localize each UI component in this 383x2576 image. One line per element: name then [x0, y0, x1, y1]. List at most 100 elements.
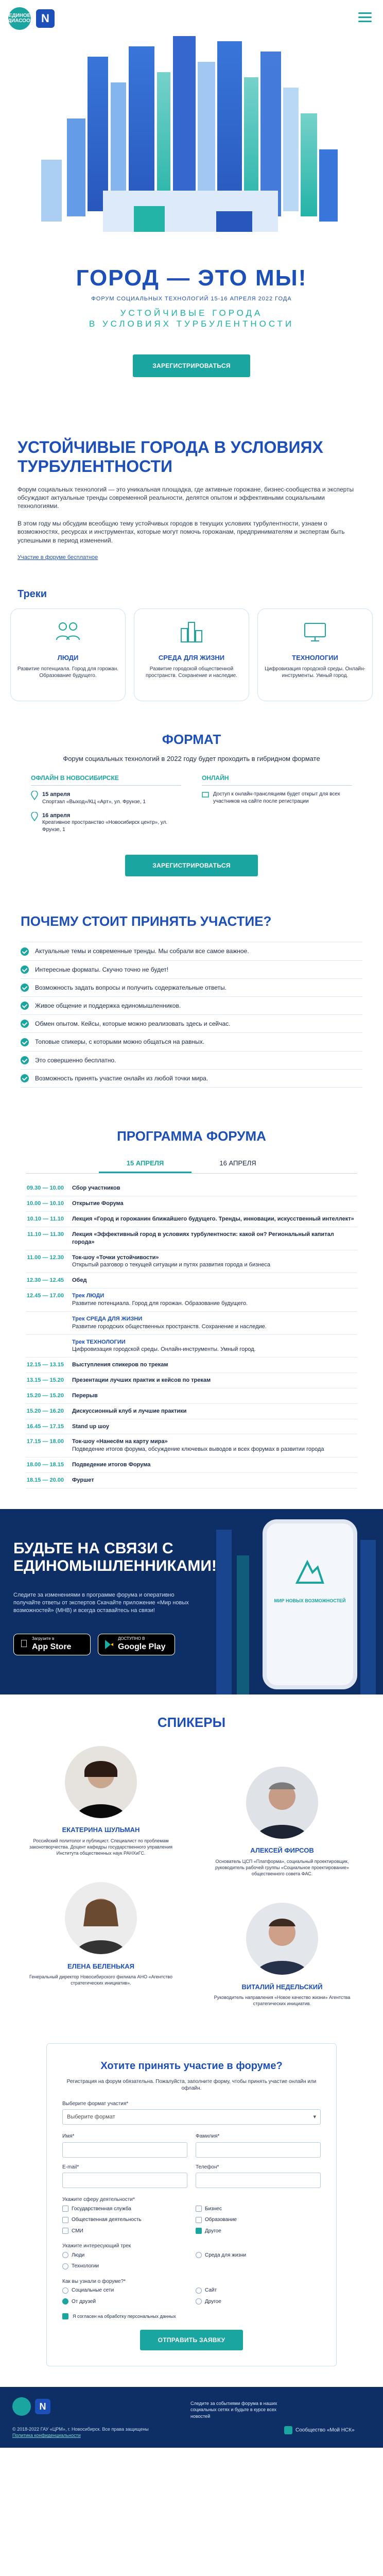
form-hint: Регистрация на форум обязательна. Пожалу… — [66, 2078, 317, 2092]
format-select[interactable]: Выберите формат ▾ — [62, 2109, 321, 2125]
hero-text-block: ГОРОД — ЭТО МЫ! ФОРУМ СОЦИАЛЬНЫХ ТЕХНОЛО… — [0, 263, 383, 329]
sphere-checkbox[interactable]: Другое — [196, 2228, 321, 2235]
track-label: ЛЮДИ — [57, 654, 79, 662]
check-icon — [21, 1020, 29, 1028]
footer-logo — [12, 2397, 31, 2416]
track-card-environment[interactable]: СРЕДА ДЛЯ ЖИЗНИ Развитие городской общес… — [134, 608, 249, 701]
logo-media-community: ЕДИНОЕ МЕДИАСООБЩ — [0, 7, 39, 30]
offline-item: 16 апреля Креативное пространство «Новоси… — [31, 811, 181, 834]
format-lead: Форум социальных технологий в 2022 году … — [63, 755, 320, 763]
free-participation-link[interactable]: Участие в форуме бесплатное — [18, 554, 365, 562]
speaker-card[interactable]: АЛЕКСЕЙ ФИРСОВ Основатель ЦСП «Платформа… — [207, 1766, 357, 1877]
check-icon — [21, 983, 29, 992]
sphere-checkbox[interactable]: Государственная служба — [62, 2206, 187, 2213]
check-icon — [21, 1056, 29, 1064]
format-section: ФОРМАТ Форум социальных технологий в 202… — [0, 717, 383, 892]
program-section: ПРОГРАММА ФОРУМА 15 АПРЕЛЯ 16 АПРЕЛЯ 09.… — [0, 1103, 383, 1509]
form-title: Хотите принять участие в форуме? — [100, 2060, 283, 2072]
app-promo-section: БУДЬТЕ НА СВЯЗИ С ЕДИНОМЫШЛЕННИКАМИ! Сле… — [0, 1509, 383, 1694]
tab-15-april[interactable]: 15 АПРЕЛЯ — [99, 1155, 192, 1174]
location-pin-icon — [31, 791, 38, 801]
speaker-card[interactable]: ЕКАТЕРИНА ШУЛЬМАН Российский политолог и… — [26, 1745, 176, 1877]
schedule-row: 18.15 — 20.00 Фуршет — [26, 1473, 357, 1488]
track-card-people[interactable]: ЛЮДИ Развитие потенциала. Город для горо… — [10, 608, 126, 701]
schedule-list: 09.30 — 10.00 Сбор участников 10.00 — 10.… — [26, 1181, 357, 1488]
format-register-button[interactable]: ЗАРЕГИСТРИРОВАТЬСЯ — [125, 855, 258, 877]
sphere-checkbox[interactable]: СМИ — [62, 2228, 187, 2235]
speaker-photo — [65, 1882, 137, 1955]
header-logos[interactable]: ЕДИНОЕ МЕДИАСООБЩ N — [0, 7, 55, 30]
footer-logo-n-icon: N — [35, 2399, 50, 2415]
registration-form: Хотите принять участие в форуме? Регистр… — [46, 2043, 337, 2367]
footer-copyright: © 2018-2022 ГАУ «ЦРМ», г. Новосибирск. В… — [12, 2427, 149, 2438]
schedule-row: 12.45 — 17.00 Трек ЛЮДИ Развитие потенциал… — [26, 1289, 357, 1312]
tab-16-april[interactable]: 16 АПРЕЛЯ — [192, 1155, 284, 1174]
monitor-icon — [202, 792, 209, 798]
people-icon — [56, 622, 80, 640]
location-pin-icon — [31, 811, 38, 821]
speaker-photo — [246, 1903, 318, 1975]
hero-section: ГОРОД — ЭТО МЫ! ФОРУМ СОЦИАЛЬНЫХ ТЕХНОЛО… — [0, 36, 383, 407]
format-title: ФОРМАТ — [162, 731, 221, 747]
speaker-card[interactable]: ЕЛЕНА БЕЛЕНЬКАЯ Генеральный директор Нов… — [26, 1882, 176, 2007]
check-icon — [21, 1074, 29, 1082]
schedule-row: 10.10 — 11.10 Лекция «Город и горожанин б… — [26, 1212, 357, 1227]
sphere-checkbox[interactable]: Образование — [196, 2216, 321, 2224]
sphere-checkbox[interactable]: Бизнес — [196, 2206, 321, 2213]
why-section: ПОЧЕМУ СТОИТ ПРИНЯТЬ УЧАСТИЕ? Актуальные… — [0, 892, 383, 1103]
consent-checkbox[interactable]: Я согласен на обработку персональных дан… — [62, 2313, 321, 2320]
site-footer: N © 2018-2022 ГАУ «ЦРМ», г. Новосибирск.… — [0, 2387, 383, 2448]
online-title: ОНЛАЙН — [202, 774, 352, 786]
check-icon — [21, 947, 29, 956]
schedule-row: 11.10 — 11.30 Лекция «Эффективный город в… — [26, 1227, 357, 1250]
city-environment-icon — [181, 621, 202, 642]
about-paragraph-1: Форум социальных технологий — это уникал… — [18, 485, 354, 510]
check-icon — [21, 1038, 29, 1046]
logo-n-icon: N — [36, 9, 55, 28]
privacy-link[interactable]: Политика конфиденциальности — [12, 2433, 81, 2438]
hero-tagline-2: В УСЛОВИЯХ ТУРБУЛЕНТНОСТИ — [89, 318, 294, 329]
technology-icon — [304, 622, 326, 641]
hero-register-button[interactable]: ЗАРЕГИСТРИРОВАТЬСЯ — [133, 354, 250, 377]
schedule-row: Трек СРЕДА ДЛЯ ЖИЗНИ Развитие городских о… — [26, 1312, 357, 1335]
site-header: ЕДИНОЕ МЕДИАСООБЩ N — [0, 0, 383, 36]
google-play-icon — [105, 1639, 113, 1649]
speakers-section: СПИКЕРЫ ЕКАТЕРИНА ШУЛЬМАН Российский пол… — [0, 1694, 383, 2028]
source-radio[interactable]: От друзей — [62, 2298, 187, 2306]
about-section: УСТОЙЧИВЫЕ ГОРОДА В УСЛОВИЯХ ТУРБУЛЕНТНО… — [0, 407, 383, 577]
source-radio[interactable]: Социальные сети — [62, 2287, 187, 2294]
why-item: Возможность принять участие онлайн из лю… — [21, 1070, 362, 1088]
speaker-card[interactable]: ВИТАЛИЙ НЕДЕЛЬСКИЙ Руководитель направле… — [207, 1903, 357, 2007]
email-field[interactable] — [62, 2173, 187, 2189]
track-radio[interactable]: Среда для жизни — [196, 2252, 321, 2259]
footer-community-link[interactable]: Сообщество «Мой НСК» — [284, 2426, 355, 2435]
speaker-photo — [65, 1745, 137, 1818]
sphere-checkbox[interactable]: Общественная деятельность — [62, 2216, 187, 2224]
schedule-row: 11.00 — 12.30 Ток-шоу «Точки устойчивости… — [26, 1250, 357, 1274]
footer-logos[interactable]: N — [12, 2397, 50, 2416]
submit-button[interactable]: ОТПРАВИТЬ ЗАЯВКУ — [140, 2330, 243, 2351]
why-item: Это совершенно бесплатно. — [21, 1052, 362, 1070]
track-radio[interactable]: Технологии — [62, 2263, 187, 2270]
menu-burger-icon[interactable] — [358, 12, 372, 25]
source-radio[interactable]: Сайт — [196, 2287, 321, 2294]
last-name-field[interactable] — [196, 2142, 321, 2158]
first-name-field[interactable] — [62, 2142, 187, 2158]
logo-text: ЕДИНОЕ МЕДИАСООБЩ — [0, 13, 40, 24]
schedule-row: 17.15 — 18.00 Ток-шоу «Нанесём на карту м… — [26, 1434, 357, 1458]
chevron-down-icon: ▾ — [313, 2113, 316, 2120]
track-desc: Цифровизация городской среды. Онлайн-инс… — [265, 666, 365, 679]
tracks-section: Треки ЛЮДИ Развитие потенциала. Город дл… — [0, 577, 383, 717]
phone-field[interactable] — [196, 2173, 321, 2189]
source-radio[interactable]: Другое — [196, 2298, 321, 2306]
track-card-technology[interactable]: ТЕХНОЛОГИИ Цифровизация городской среды.… — [257, 608, 373, 701]
check-icon — [21, 965, 29, 974]
schedule-row: 09.30 — 10.00 Сбор участников — [26, 1181, 357, 1197]
why-title: ПОЧЕМУ СТОИТ ПРИНЯТЬ УЧАСТИЕ? — [21, 913, 272, 929]
schedule-row: 15.20 — 16.20 Дискуссионный клуб и лучшие… — [26, 1404, 357, 1419]
schedule-row: 15.20 — 15.20 Перерыв — [26, 1388, 357, 1404]
track-radio[interactable]: Люди — [62, 2252, 187, 2259]
app-store-button[interactable]:  Загрузите вApp Store — [13, 1633, 91, 1655]
schedule-row: 12.15 — 13.15 Выступления спикеров по тре… — [26, 1358, 357, 1374]
google-play-button[interactable]: ДОСТУПНО В Google Play — [98, 1633, 175, 1655]
